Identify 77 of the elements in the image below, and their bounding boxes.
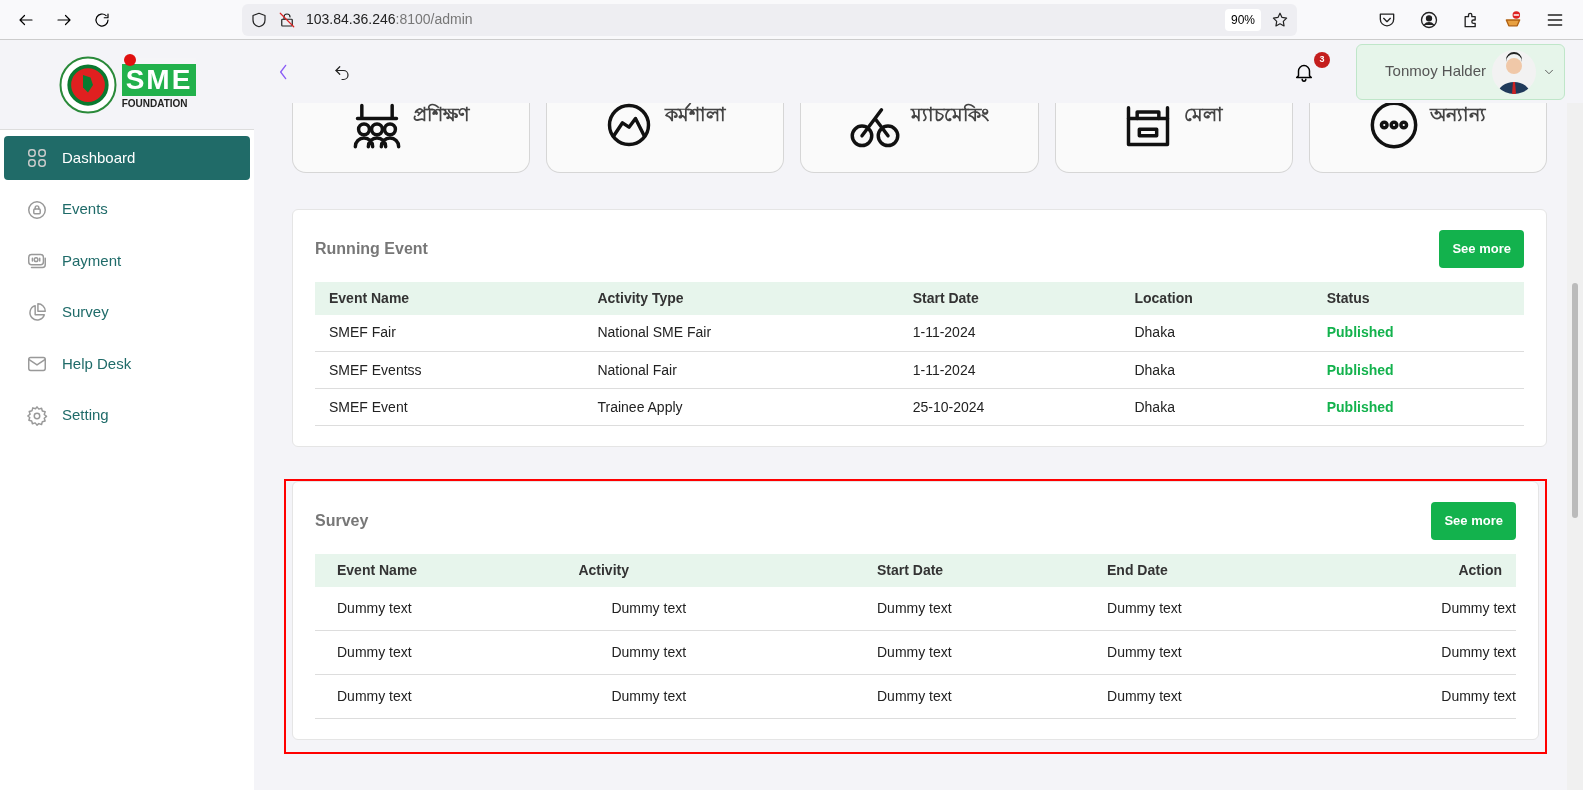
column-header: Event Name [315, 553, 557, 587]
table-cell: Dummy text [1315, 586, 1516, 631]
table-cell: Dummy text [556, 674, 855, 719]
table-cell: Dummy text [556, 586, 855, 631]
column-header: Activity [556, 553, 855, 587]
category-card[interactable]: প্রশিক্ষণ [292, 103, 531, 173]
table-cell: Dummy text [855, 586, 1085, 631]
reload-icon [93, 10, 111, 29]
table-cell: National Fair [583, 351, 899, 389]
section-title: Running Event [315, 238, 428, 259]
scrollbar-thumb[interactable] [1572, 283, 1578, 518]
table-cell: Dummy text [1085, 630, 1316, 675]
column-header: Activity Type [583, 281, 899, 315]
column-header: Status [1312, 281, 1524, 315]
table-cell: SMEF Eventss [315, 351, 584, 389]
sidebar-item[interactable]: Payment [4, 239, 250, 283]
table-cell: Dummy text [315, 674, 557, 719]
avatar [1492, 49, 1536, 94]
table-cell: SMEF Fair [315, 314, 584, 352]
table-cell: Published [1312, 314, 1524, 352]
column-header: Start Date [855, 553, 1085, 587]
column-header: Event Name [315, 281, 584, 315]
logo-dot-icon [123, 54, 136, 66]
column-header: Start Date [898, 281, 1121, 315]
sidebar-item[interactable]: Survey [4, 290, 250, 335]
table-cell: Published [1312, 388, 1524, 426]
column-header: Location [1120, 281, 1313, 315]
table-cell: Dhaka [1120, 351, 1313, 389]
sidebar-item[interactable]: Dashboard [4, 136, 250, 180]
table-cell: Dummy text [1085, 586, 1316, 631]
table-cell: 1-11-2024 [898, 314, 1121, 352]
brand-subtitle: FOUNDATION [121, 97, 188, 111]
table-cell: Trainee Apply [583, 388, 899, 426]
user-menu-button[interactable]: Tonmoy Halder [1356, 43, 1565, 100]
settings-icon [26, 404, 48, 427]
star-icon[interactable] [1271, 10, 1289, 29]
sidebar-item[interactable]: Events [4, 187, 250, 232]
table-cell: Dummy text [1085, 674, 1316, 719]
table-cell: National SME Fair [583, 314, 899, 352]
category-label: অন্যান্য [1428, 103, 1487, 127]
grid-icon [26, 147, 48, 169]
notification-count: 3 [1314, 52, 1331, 68]
lock-icon [26, 198, 48, 221]
sidebar-item[interactable]: Setting [4, 393, 250, 438]
category-card[interactable]: ম্যাচমেকিং [800, 103, 1039, 173]
table-cell: Dummy text [315, 586, 557, 631]
category-card[interactable]: কর্মশালা [546, 103, 785, 173]
category-label: কর্মশালা [663, 103, 727, 127]
sidebar-item[interactable]: Help Desk [4, 342, 250, 386]
address-bar[interactable]: 103.84.36.246:8100/admin 90% [242, 3, 1297, 36]
category-card[interactable]: অন্যান্য [1308, 103, 1547, 173]
shield-icon [250, 10, 268, 29]
section-title: Survey [315, 510, 369, 531]
table-cell: Dummy text [855, 674, 1085, 719]
table-cell: Dhaka [1120, 314, 1313, 352]
table-cell: 1-11-2024 [898, 351, 1121, 389]
lock-slash-icon [278, 10, 296, 29]
emblem-icon [57, 54, 118, 115]
category-label: ম্যাচমেকিং [909, 103, 990, 127]
table-cell: Published [1312, 351, 1524, 389]
table-cell: Dummy text [1315, 674, 1516, 719]
pie-chart-icon [26, 301, 48, 324]
table-cell: Dummy text [855, 630, 1085, 675]
table-cell: 25-10-2024 [898, 388, 1121, 426]
url-text: 103.84.36.246:8100/admin [306, 10, 474, 29]
table-cell: Dummy text [556, 630, 855, 675]
zoom-level-button[interactable]: 90% [1224, 8, 1261, 31]
category-label: প্রশিক্ষণ [412, 103, 471, 127]
table-cell: Dhaka [1120, 388, 1313, 426]
table-cell: SMEF Event [315, 388, 584, 426]
table-cell: Dummy text [315, 630, 557, 675]
column-header: End Date [1085, 553, 1316, 587]
account-icon[interactable] [1419, 9, 1439, 30]
column-header: Action [1315, 553, 1516, 587]
category-label: মেলা [1183, 103, 1225, 127]
category-card[interactable]: মেলা [1054, 103, 1293, 173]
table-cell: Dummy text [1315, 630, 1516, 675]
